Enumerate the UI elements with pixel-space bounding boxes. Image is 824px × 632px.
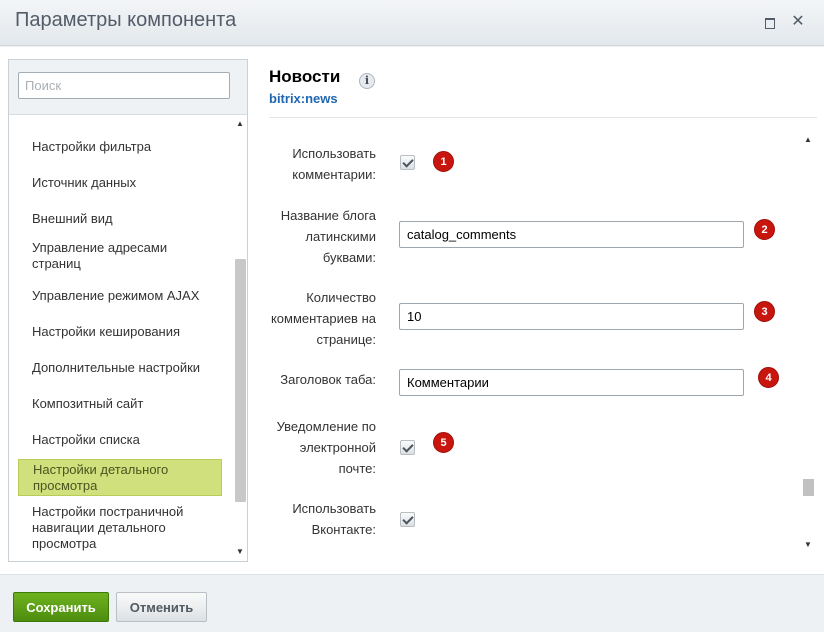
sidebar-item-filter[interactable]: Настройки фильтра xyxy=(18,135,222,159)
component-title: Новости xyxy=(269,67,341,86)
settings-form: Использовать комментарии: 1 Название бло… xyxy=(269,133,817,553)
sidebar-item-label: Настройки кеширования xyxy=(32,324,181,339)
use-vk-checkbox[interactable] xyxy=(400,512,415,527)
save-button[interactable]: Сохранить xyxy=(13,592,109,622)
scroll-up-icon[interactable]: ▲ xyxy=(801,134,815,146)
dialog-titlebar: Параметры компонента ✕ xyxy=(0,0,824,46)
blog-name-label: Название блога латинскими буквами: xyxy=(280,208,376,265)
sidebar-item-label: Настройки детального просмотра xyxy=(33,461,169,493)
use-vk-label: Использовать Вконтакте: xyxy=(292,501,376,537)
sidebar-item-label: Управление режимом AJAX xyxy=(32,288,200,303)
dialog-footer: Сохранить Отменить xyxy=(0,574,824,632)
sidebar-item-ajax[interactable]: Управление режимом AJAX xyxy=(18,284,222,308)
sidebar-item-label: Источник данных xyxy=(32,175,137,190)
use-comments-label: Использовать комментарии: xyxy=(292,146,376,182)
sidebar-item-detail-pagination[interactable]: Настройки постраничной навигации детальн… xyxy=(18,502,222,554)
sidebar-item-url-management[interactable]: Управление адресами страниц xyxy=(18,238,222,274)
comments-count-label: Количество комментариев на странице: xyxy=(270,290,376,347)
tab-title-label: Заголовок таба: xyxy=(280,372,376,387)
sidebar-scrollbar[interactable]: ▲ ▼ xyxy=(233,116,247,561)
search-input[interactable] xyxy=(18,72,230,99)
use-comments-checkbox[interactable] xyxy=(400,155,415,170)
sidebar-item-list-settings[interactable]: Настройки списка xyxy=(18,428,222,452)
cancel-button[interactable]: Отменить xyxy=(116,592,207,622)
sidebar-item-detail-view[interactable]: Настройки детального просмотра xyxy=(18,459,222,496)
sidebar-item-label: Дополнительные настройки xyxy=(32,360,201,375)
sidebar-item-composite[interactable]: Композитный сайт xyxy=(18,392,222,416)
step-badge-2: 2 xyxy=(754,219,775,240)
form-scrollbar[interactable]: ▲ ▼ xyxy=(801,133,815,553)
sidebar-header xyxy=(9,60,247,115)
sidebar-nav-list: Настройки фильтра Источник данных Внешни… xyxy=(9,116,233,561)
info-icon[interactable]: i xyxy=(359,73,375,89)
sidebar-item-label: Композитный сайт xyxy=(32,396,144,411)
comments-count-input[interactable] xyxy=(399,303,744,330)
sidebar-item-label: Настройки постраничной навигации детальн… xyxy=(32,504,184,551)
sidebar-item-data-source[interactable]: Источник данных xyxy=(18,171,222,195)
sidebar-scroll-thumb[interactable] xyxy=(235,259,246,502)
header-divider xyxy=(269,117,817,118)
sidebar-item-label: Настройки фильтра xyxy=(32,139,152,154)
sidebar-item-label: Настройки списка xyxy=(32,432,140,447)
form-scroll-thumb[interactable] xyxy=(803,479,814,496)
sidebar-item-appearance[interactable]: Внешний вид xyxy=(18,207,222,231)
sidebar-item-caching[interactable]: Настройки кеширования xyxy=(18,320,222,344)
scroll-up-icon[interactable]: ▲ xyxy=(233,118,247,130)
close-icon[interactable]: ✕ xyxy=(790,14,806,30)
scroll-down-icon[interactable]: ▼ xyxy=(801,539,815,551)
dialog-title: Параметры компонента xyxy=(15,9,237,31)
blog-name-input[interactable] xyxy=(399,221,744,248)
scroll-down-icon[interactable]: ▼ xyxy=(233,546,247,558)
sidebar-item-label: Внешний вид xyxy=(32,211,113,226)
sidebar-item-label: Управление адресами страниц xyxy=(32,240,168,271)
maximize-icon[interactable] xyxy=(761,14,777,30)
step-badge-1: 1 xyxy=(433,151,454,172)
settings-sidebar: Настройки фильтра Источник данных Внешни… xyxy=(8,59,248,562)
sidebar-item-additional[interactable]: Дополнительные настройки xyxy=(18,356,222,380)
step-badge-3: 3 xyxy=(754,301,775,322)
tab-title-input[interactable] xyxy=(399,369,744,396)
email-notify-checkbox[interactable] xyxy=(400,440,415,455)
component-code: bitrix:news xyxy=(269,91,338,106)
step-badge-4: 4 xyxy=(758,367,779,388)
dialog-body: Настройки фильтра Источник данных Внешни… xyxy=(0,47,824,574)
step-badge-5: 5 xyxy=(433,432,454,453)
email-notify-label: Уведомление по электронной почте: xyxy=(276,419,376,476)
